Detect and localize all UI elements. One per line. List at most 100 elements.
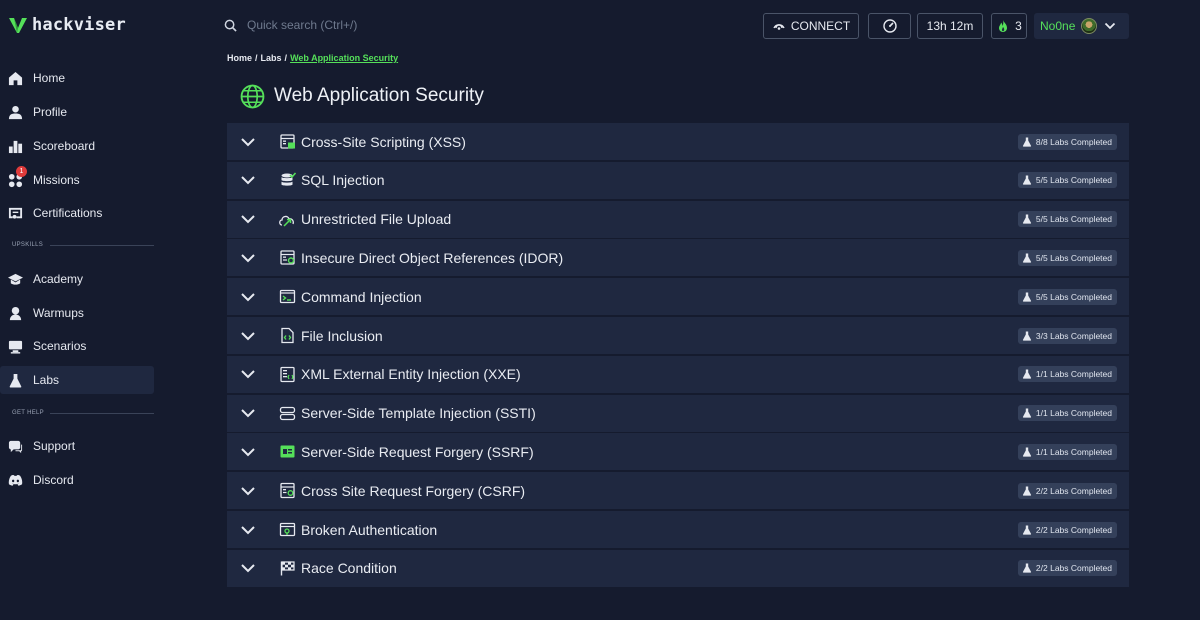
- user-icon: [8, 105, 23, 120]
- sidebar-item-scoreboard[interactable]: Scoreboard: [0, 132, 154, 160]
- flask-icon: [1022, 292, 1031, 302]
- flask-icon: [8, 373, 23, 388]
- sidebar-item-label: Discord: [33, 473, 74, 487]
- chevron-down-icon[interactable]: [239, 521, 257, 539]
- category-row[interactable]: Server-Side Request Forgery (SSRF) 1/1 L…: [227, 433, 1129, 472]
- streak-counter[interactable]: 3: [991, 13, 1027, 39]
- sidebar-item-profile[interactable]: Profile: [0, 98, 154, 126]
- category-title: Insecure Direct Object References (IDOR): [301, 249, 564, 266]
- flask-icon: [1022, 486, 1031, 496]
- category-title: Command Injection: [301, 288, 422, 305]
- completion-text: 2/2 Labs Completed: [1035, 524, 1112, 535]
- sidebar-item-support[interactable]: Support: [0, 432, 154, 460]
- search-icon: [224, 19, 237, 32]
- category-row[interactable]: Unrestricted File Upload 5/5 Labs Comple…: [227, 200, 1129, 239]
- category-title: Cross Site Request Forgery (CSRF): [301, 482, 526, 499]
- chevron-down-icon[interactable]: [239, 171, 257, 189]
- chevron-down-icon[interactable]: [239, 365, 257, 383]
- sidebar-item-labs[interactable]: Labs: [0, 366, 154, 394]
- search-input[interactable]: Quick search (Ctrl+/): [247, 18, 357, 32]
- home-icon: [8, 71, 23, 86]
- sidebar-item-label: Academy: [33, 272, 84, 286]
- search-bar[interactable]: Quick search (Ctrl+/): [224, 14, 357, 36]
- session-timer: 13h 12m: [917, 13, 983, 39]
- category-row[interactable]: Cross-Site Scripting (XSS) 8/8 Labs Comp…: [227, 123, 1129, 161]
- category-row[interactable]: Server-Side Template Injection (SSTI) 1/…: [227, 394, 1129, 433]
- sidebar-item-certifications[interactable]: Certifications: [0, 199, 154, 227]
- sidebar-item-scenarios[interactable]: Scenarios: [0, 332, 154, 360]
- globe-icon: [240, 84, 265, 108]
- category-title: Server-Side Template Injection (SSTI): [301, 405, 536, 422]
- sidebar-item-discord[interactable]: Discord: [0, 466, 154, 494]
- category-row[interactable]: Race Condition 2/2 Labs Completed: [227, 549, 1129, 588]
- user-menu-button[interactable]: No0ne: [1034, 13, 1129, 39]
- category-row[interactable]: Broken Authentication 2/2 Labs Completed: [227, 511, 1129, 549]
- category-row[interactable]: File Inclusion 3/3 Labs Completed: [227, 317, 1129, 355]
- category-row[interactable]: Insecure Direct Object References (IDOR)…: [227, 239, 1129, 278]
- category-row[interactable]: Cross Site Request Forgery (CSRF) 2/2 La…: [227, 472, 1129, 511]
- scenarios-icon: [8, 339, 23, 354]
- database-icon: [279, 172, 297, 189]
- completion-text: 5/5 Labs Completed: [1035, 214, 1112, 225]
- connect-label: CONNECT: [790, 19, 851, 33]
- flame-icon: [999, 20, 1008, 32]
- sidebar-item-label: Support: [33, 439, 76, 453]
- flask-icon: [1022, 331, 1031, 341]
- chevron-down-icon[interactable]: [239, 133, 257, 151]
- vpn-signal-icon: [773, 24, 785, 30]
- breadcrumb-home[interactable]: Home: [227, 53, 252, 63]
- completion-text: 2/2 Labs Completed: [1035, 563, 1112, 574]
- category-row[interactable]: Command Injection 5/5 Labs Completed: [227, 278, 1129, 317]
- completion-badge: 5/5 Labs Completed: [1017, 249, 1117, 266]
- completion-badge: 2/2 Labs Completed: [1017, 521, 1117, 538]
- chevron-down-icon[interactable]: [239, 404, 257, 422]
- chevron-down-icon[interactable]: [239, 327, 257, 345]
- bar-chart-icon: [8, 139, 23, 154]
- broken-auth-icon: [279, 521, 296, 538]
- sidebar-item-label: Profile: [33, 105, 68, 119]
- category-row[interactable]: XML External Entity Injection (XXE) 1/1 …: [227, 355, 1129, 394]
- completion-text: 8/8 Labs Completed: [1035, 136, 1112, 147]
- sidebar-item-warmups[interactable]: Warmups: [0, 299, 154, 327]
- completion-badge: 1/1 Labs Completed: [1017, 405, 1117, 422]
- section-label-help: GET HELP: [12, 410, 44, 416]
- breadcrumb-separator: /: [255, 53, 258, 63]
- completion-badge: 2/2 Labs Completed: [1017, 482, 1117, 499]
- completion-badge: 2/2 Labs Completed: [1017, 560, 1117, 577]
- speedtest-button[interactable]: [868, 13, 911, 39]
- completion-badge: 1/1 Labs Completed: [1017, 366, 1117, 383]
- brand-logo[interactable]: hackviser: [8, 12, 126, 38]
- file-code-icon: [279, 327, 296, 344]
- breadcrumb-labs[interactable]: Labs: [261, 53, 282, 63]
- hackviser-logo-icon: [9, 18, 27, 33]
- completion-text: 2/2 Labs Completed: [1035, 485, 1112, 496]
- sidebar-item-missions[interactable]: 1 Missions: [0, 165, 154, 194]
- flask-icon: [1022, 137, 1031, 147]
- speedometer-icon: [882, 19, 897, 33]
- breadcrumb-current[interactable]: Web Application Security: [290, 53, 398, 63]
- flask-icon: [1022, 369, 1031, 379]
- completion-badge: 5/5 Labs Completed: [1017, 172, 1117, 189]
- warmups-icon: [8, 306, 23, 321]
- chevron-down-icon[interactable]: [239, 249, 257, 267]
- completion-badge: 5/5 Labs Completed: [1017, 288, 1117, 305]
- csrf-icon: [279, 482, 296, 499]
- support-icon: [8, 439, 23, 454]
- section-divider: [50, 413, 154, 414]
- breadcrumb-separator: /: [284, 53, 288, 63]
- certificate-icon: [8, 206, 23, 221]
- category-row[interactable]: SQL Injection 5/5 Labs Completed: [227, 161, 1129, 200]
- missions-icon: 1: [8, 165, 27, 188]
- chevron-down-icon: [1105, 22, 1116, 30]
- category-title: Server-Side Request Forgery (SSRF): [301, 443, 534, 460]
- chevron-down-icon[interactable]: [239, 482, 257, 500]
- flask-icon: [1022, 408, 1031, 418]
- chevron-down-icon[interactable]: [239, 559, 257, 577]
- completion-text: 3/3 Labs Completed: [1035, 330, 1112, 341]
- connect-button[interactable]: CONNECT: [763, 13, 859, 39]
- sidebar-item-academy[interactable]: Academy: [0, 265, 154, 293]
- chevron-down-icon[interactable]: [239, 443, 257, 461]
- sidebar-item-home[interactable]: Home: [0, 64, 154, 92]
- chevron-down-icon[interactable]: [239, 210, 257, 228]
- chevron-down-icon[interactable]: [239, 288, 257, 306]
